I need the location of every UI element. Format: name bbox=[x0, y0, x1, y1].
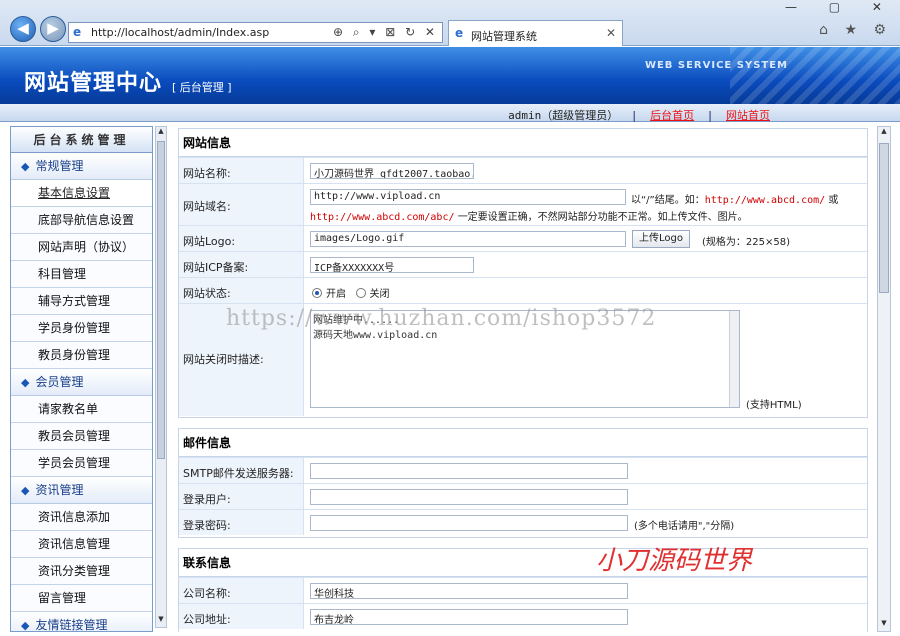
tab-close-icon[interactable]: ✕ bbox=[606, 26, 616, 40]
sidebar-scrollbar[interactable]: ▲ ▼ bbox=[155, 126, 167, 628]
browser-tab[interactable]: e 网站管理系统 ✕ bbox=[448, 20, 623, 46]
row-mail-user: 登录用户: bbox=[179, 483, 867, 509]
site-subtitle: [ 后台管理 ] bbox=[172, 81, 232, 94]
main-scroll-thumb[interactable] bbox=[879, 143, 889, 293]
diamond-icon: ◆ bbox=[21, 376, 30, 389]
diamond-icon: ◆ bbox=[21, 160, 30, 173]
sidebar-item-tutor-identity[interactable]: 教员身份管理 bbox=[11, 342, 152, 369]
diamond-icon: ◆ bbox=[21, 619, 30, 632]
site-title: 网站管理中心 bbox=[24, 71, 163, 96]
stamp-text: 小刀源码世界 bbox=[596, 546, 753, 576]
sidebar-item-tutoring-mode[interactable]: 辅导方式管理 bbox=[11, 288, 152, 315]
current-user: admin（超级管理员） bbox=[508, 109, 619, 122]
scroll-down-icon[interactable]: ▼ bbox=[156, 615, 166, 627]
site-domain-input[interactable]: http://www.vipload.cn bbox=[310, 189, 626, 205]
row-smtp: SMTP邮件发送服务器: bbox=[179, 457, 867, 483]
contact-info-section: 联系信息 公司名称: 华创科技 公司地址: 布吉龙岭 bbox=[178, 548, 868, 632]
keyboard-decoration bbox=[730, 47, 900, 104]
site-info-title: 网站信息 bbox=[179, 129, 867, 157]
sidebar-item-subjects[interactable]: 科目管理 bbox=[11, 261, 152, 288]
contact-info-title: 联系信息 bbox=[179, 549, 867, 577]
sidebar-scroll-thumb[interactable] bbox=[157, 141, 165, 459]
company-input[interactable]: 华创科技 bbox=[310, 583, 628, 599]
site-icp-input[interactable]: ICP备XXXXXXX号 bbox=[310, 257, 474, 273]
sidebar-item-footer-nav[interactable]: 底部导航信息设置 bbox=[11, 207, 152, 234]
site-home-link[interactable]: 网站首页 bbox=[726, 109, 770, 122]
row-site-icp: 网站ICP备案: ICP备XXXXXXX号 bbox=[179, 251, 867, 277]
sidebar-item-tutor-requests[interactable]: 请家教名单 bbox=[11, 396, 152, 423]
sidebar-item-news-manage[interactable]: 资讯信息管理 bbox=[11, 531, 152, 558]
scroll-up-icon[interactable]: ▲ bbox=[156, 127, 166, 139]
user-bar: admin（超级管理员） | 后台首页 | 网站首页 bbox=[0, 104, 900, 122]
row-site-name: 网站名称: 小刀源码世界 qfdt2007.taobao.com bbox=[179, 157, 867, 183]
sidebar-item-messages[interactable]: 留言管理 bbox=[11, 585, 152, 612]
row-site-status: 网站状态: 开启 关闭 bbox=[179, 277, 867, 303]
site-header: 网站管理中心 [ 后台管理 ] WEB SERVICE SYSTEM bbox=[0, 47, 900, 104]
smtp-input[interactable] bbox=[310, 463, 628, 479]
textarea-scrollbar[interactable] bbox=[729, 311, 739, 407]
back-arrow-icon[interactable]: ◀ bbox=[10, 16, 36, 42]
row-site-logo: 网站Logo: images/Logo.gif 上传Logo (规格为：225×… bbox=[179, 225, 867, 251]
row-company: 公司名称: 华创科技 bbox=[179, 577, 867, 603]
watermark-text: https://www.huzhan.com/ishop3572 bbox=[226, 306, 657, 331]
address-bar-icons[interactable]: ⊕ ⌕ ▾ ⊠ ↻ ✕ bbox=[333, 25, 438, 40]
window-controls[interactable]: — ▢ ✕ bbox=[785, 0, 896, 14]
browser-chrome: — ▢ ✕ ◀ ▶ e http://localhost/admin/Index… bbox=[0, 0, 900, 46]
main-scrollbar[interactable]: ▲ ▼ bbox=[877, 126, 891, 632]
sidebar: 后台系统管理 ◆ 常规管理 基本信息设置 底部导航信息设置 网站声明（协议） 科目… bbox=[10, 126, 153, 632]
mail-info-section: 邮件信息 SMTP邮件发送服务器: 登录用户: 登录密码: (多个电话请用","… bbox=[178, 428, 868, 538]
main-scroll-down-icon[interactable]: ▼ bbox=[878, 619, 890, 631]
site-info-section: 网站信息 网站名称: 小刀源码世界 qfdt2007.taobao.com 网站… bbox=[178, 128, 868, 418]
tab-title: 网站管理系统 bbox=[471, 30, 537, 43]
tab-ie-icon: e bbox=[455, 26, 464, 40]
status-off-radio[interactable] bbox=[355, 288, 366, 298]
address-input[interactable]: 布吉龙岭 bbox=[310, 609, 628, 625]
sidebar-item-statement[interactable]: 网站声明（协议） bbox=[11, 234, 152, 261]
row-site-domain: 网站域名: http://www.vipload.cn 以“/”结尾。如：htt… bbox=[179, 183, 867, 225]
forward-arrow-icon[interactable]: ▶ bbox=[40, 16, 66, 42]
html-support-hint: (支持HTML) bbox=[746, 400, 802, 411]
sidebar-item-tutor-members[interactable]: 教员会员管理 bbox=[11, 423, 152, 450]
mail-info-title: 邮件信息 bbox=[179, 429, 867, 457]
main-scroll-up-icon[interactable]: ▲ bbox=[878, 127, 890, 139]
address-bar[interactable]: e http://localhost/admin/Index.asp ⊕ ⌕ ▾… bbox=[68, 22, 443, 43]
toolbar-icons[interactable]: ⌂ ★ ⚙ bbox=[819, 22, 892, 38]
logo-size-hint: (规格为：225×58) bbox=[702, 237, 790, 248]
sidebar-group-news[interactable]: ◆ 资讯管理 bbox=[11, 477, 152, 504]
ie-logo-icon: e bbox=[73, 25, 82, 39]
sidebar-item-news-category[interactable]: 资讯分类管理 bbox=[11, 558, 152, 585]
upload-logo-button[interactable]: 上传Logo bbox=[632, 230, 690, 248]
sidebar-item-student-members[interactable]: 学员会员管理 bbox=[11, 450, 152, 477]
sidebar-group-links[interactable]: ◆ 友情链接管理 bbox=[11, 612, 152, 632]
sidebar-item-student-identity[interactable]: 学员身份管理 bbox=[11, 315, 152, 342]
row-address: 公司地址: 布吉龙岭 bbox=[179, 603, 867, 629]
address-url[interactable]: http://localhost/admin/Index.asp bbox=[91, 26, 269, 39]
admin-home-link[interactable]: 后台首页 bbox=[650, 109, 694, 122]
sidebar-item-basic-info[interactable]: 基本信息设置 bbox=[11, 180, 152, 207]
site-name-input[interactable]: 小刀源码世界 qfdt2007.taobao.com bbox=[310, 163, 474, 179]
site-logo-input[interactable]: images/Logo.gif bbox=[310, 231, 626, 247]
diamond-icon: ◆ bbox=[21, 484, 30, 497]
sidebar-group-members[interactable]: ◆ 会员管理 bbox=[11, 369, 152, 396]
status-on-radio[interactable] bbox=[312, 288, 322, 298]
sidebar-group-general[interactable]: ◆ 常规管理 bbox=[11, 153, 152, 180]
mail-pass-input[interactable] bbox=[310, 515, 628, 531]
web-service-text: WEB SERVICE SYSTEM bbox=[644, 60, 788, 71]
main-content: 网站信息 网站名称: 小刀源码世界 qfdt2007.taobao.com 网站… bbox=[175, 126, 877, 632]
sidebar-title: 后台系统管理 bbox=[11, 127, 152, 153]
row-mail-pass: 登录密码: (多个电话请用","分隔) bbox=[179, 509, 867, 535]
sidebar-item-news-add[interactable]: 资讯信息添加 bbox=[11, 504, 152, 531]
mail-user-input[interactable] bbox=[310, 489, 628, 505]
pass-hint: (多个电话请用","分隔) bbox=[634, 521, 735, 532]
